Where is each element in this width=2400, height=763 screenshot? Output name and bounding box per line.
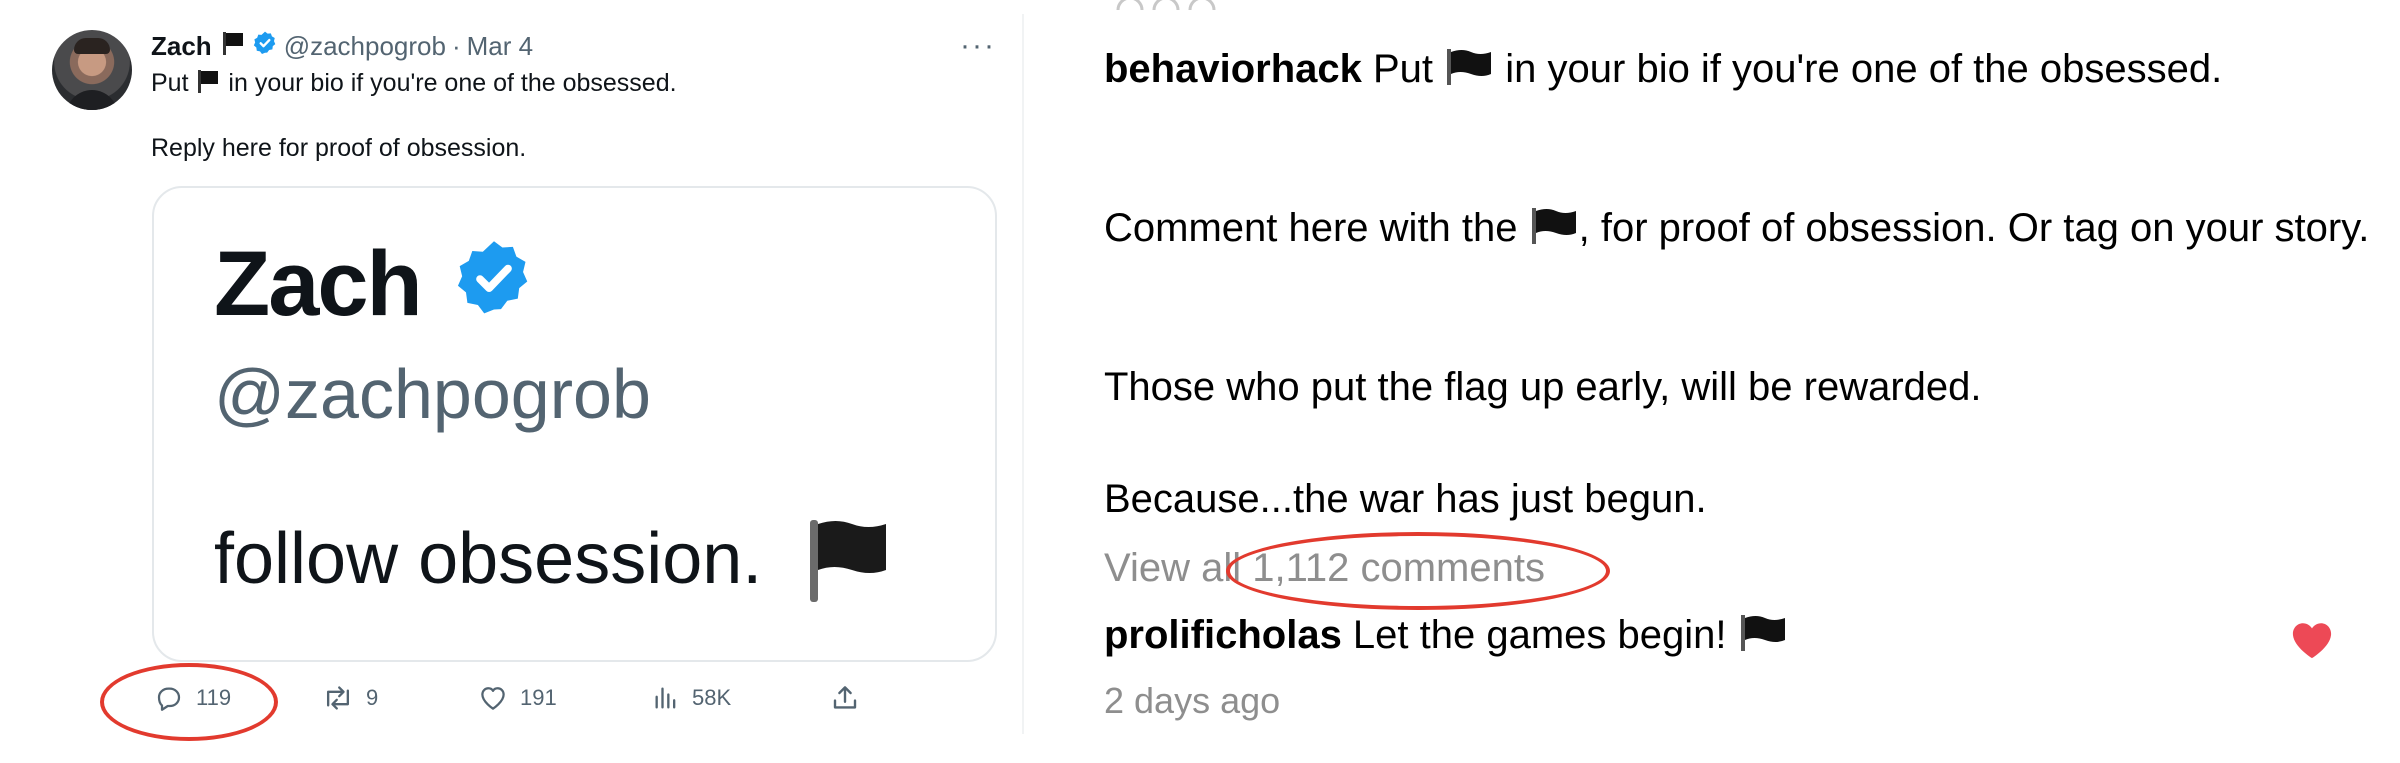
tweet-date[interactable]: Mar 4 bbox=[467, 31, 533, 62]
tweet-text-before: Put bbox=[151, 69, 196, 98]
tweet-panel: Zach @zachpogrob · Mar 4 ··· Put in your… bbox=[0, 0, 1022, 763]
avatar[interactable] bbox=[52, 30, 132, 110]
verified-badge-icon bbox=[452, 236, 536, 325]
caption-line1-before: Put bbox=[1361, 47, 1445, 91]
caption-paragraph-4: Because...the war has just begun. bbox=[1104, 477, 1707, 521]
tweet-text-line1: Put in your bio if you're one of the obs… bbox=[151, 68, 677, 101]
author-name[interactable]: Zach bbox=[151, 31, 212, 62]
card-follow-text: follow obsession. bbox=[214, 519, 763, 599]
black-flag-icon bbox=[806, 518, 890, 609]
more-icon[interactable]: ··· bbox=[958, 29, 998, 62]
like-icon bbox=[481, 687, 505, 710]
card-handle: @zachpogrob bbox=[214, 355, 651, 433]
views-count: 58K bbox=[692, 685, 732, 710]
tweet-text-line2: Reply here for proof of obsession. bbox=[151, 134, 527, 162]
black-flag-icon bbox=[1529, 205, 1579, 257]
black-flag-icon bbox=[1444, 46, 1494, 98]
retweet-count: 9 bbox=[366, 685, 379, 710]
retweet-icon bbox=[326, 686, 350, 710]
cropped-icons-top bbox=[1116, 0, 1216, 10]
black-flag-icon bbox=[1738, 612, 1788, 662]
black-flag-icon bbox=[220, 30, 246, 63]
comment-text: Let the games begin! bbox=[1341, 613, 1738, 657]
views-icon bbox=[655, 687, 676, 709]
black-flag-icon bbox=[195, 68, 221, 101]
caption-para2-after: , for proof of obsession. Or tag on your… bbox=[1578, 206, 2370, 250]
caption-paragraph-2: Comment here with the , for proof of obs… bbox=[1104, 203, 2374, 257]
comment-item: prolificholas Let the games begin! bbox=[1104, 612, 1788, 662]
views-button[interactable]: 58K bbox=[652, 680, 731, 716]
tweet-text-after: in your bio if you're one of the obsesse… bbox=[221, 69, 677, 98]
share-icon bbox=[833, 686, 857, 709]
caption-paragraph-3: Those who put the flag up early, will be… bbox=[1104, 365, 1982, 409]
card-name: Zach bbox=[214, 233, 423, 335]
like-count: 191 bbox=[520, 685, 557, 710]
avatar-shirt bbox=[66, 90, 118, 110]
avatar-hair bbox=[74, 38, 110, 54]
meta-separator: · bbox=[451, 30, 461, 61]
comment-username[interactable]: prolificholas bbox=[1104, 613, 1342, 657]
tweet-header: Zach @zachpogrob · Mar 4 bbox=[151, 30, 533, 62]
heart-icon[interactable] bbox=[2290, 620, 2334, 665]
post-caption: behaviorhack Put in your bio if you're o… bbox=[1104, 44, 2374, 98]
reply-highlight-annotation bbox=[100, 663, 278, 741]
comments-highlight-annotation bbox=[1226, 532, 1610, 610]
author-handle[interactable]: @zachpogrob bbox=[284, 31, 446, 62]
like-button[interactable]: 191 bbox=[478, 680, 557, 716]
share-button[interactable] bbox=[830, 680, 872, 716]
post-username[interactable]: behaviorhack bbox=[1104, 47, 1362, 91]
caption-para2-before: Comment here with the bbox=[1104, 206, 1529, 250]
retweet-button[interactable]: 9 bbox=[322, 680, 378, 716]
caption-line1-after: in your bio if you're one of the obsesse… bbox=[1494, 47, 2223, 91]
tweet-image-card[interactable]: Zach @zachpogrob follow obsession. bbox=[152, 186, 997, 662]
post-timestamp: 2 days ago bbox=[1104, 680, 1281, 721]
verified-badge-icon bbox=[252, 30, 278, 63]
